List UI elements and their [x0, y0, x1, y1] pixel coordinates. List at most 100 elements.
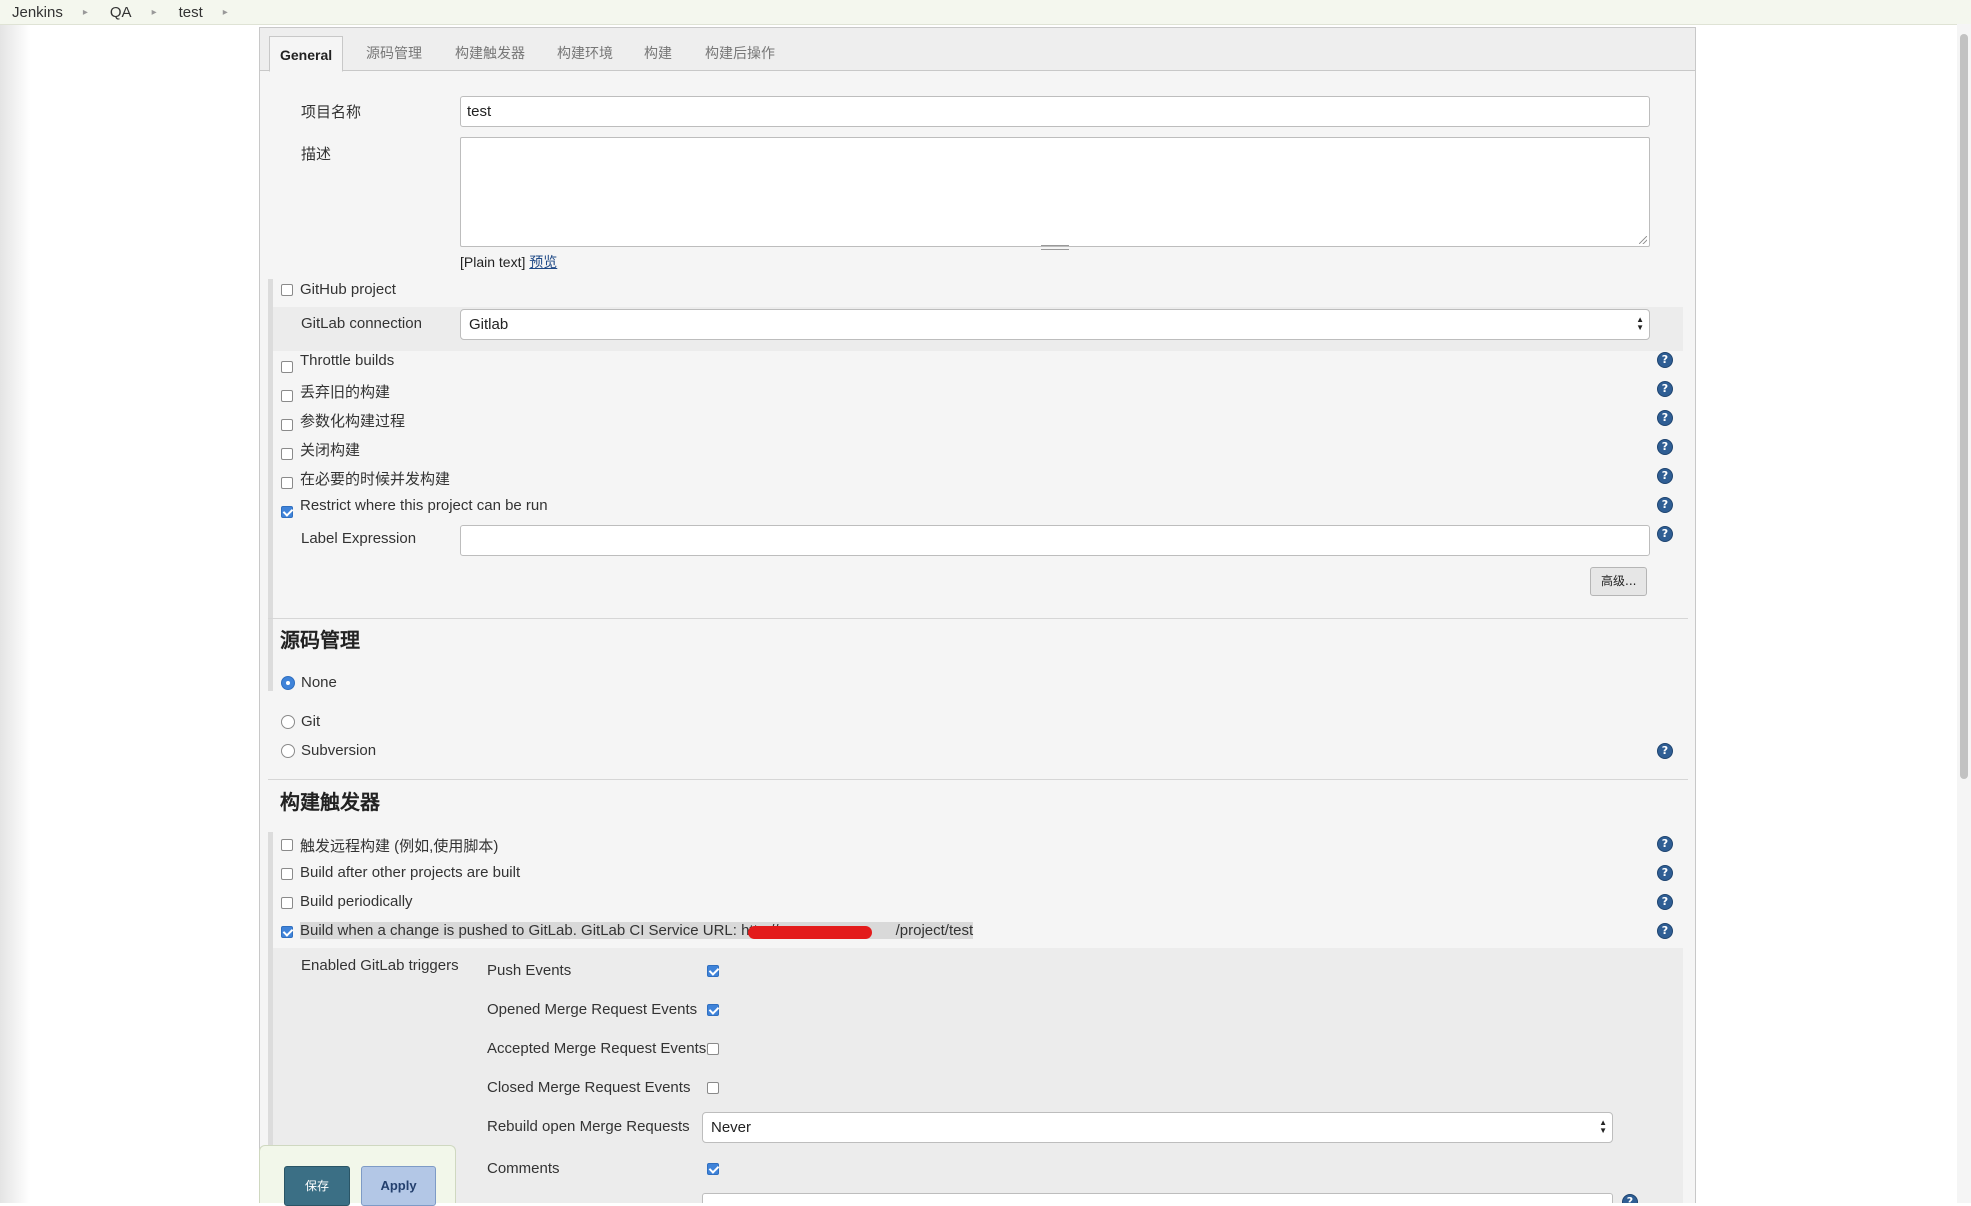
scm-none-radio[interactable]: [281, 676, 295, 690]
help-icon[interactable]: ?: [1657, 497, 1673, 513]
gitlab-trigger-options: [273, 948, 1683, 1203]
bottom-button-bar: 保存 Apply: [259, 1145, 456, 1206]
comments-checkbox[interactable]: [707, 1163, 719, 1175]
tab-general[interactable]: General: [269, 36, 344, 72]
restrict-node-label: Restrict where this project can be run: [300, 497, 548, 514]
github-project-label: GitHub project: [300, 281, 396, 298]
rebuild-open-mr-select[interactable]: Never ▲ ▼: [702, 1112, 1613, 1143]
section-divider: [268, 618, 1688, 619]
scm-subversion-radio[interactable]: [281, 744, 295, 758]
resize-grip-icon[interactable]: [1041, 245, 1069, 250]
gitlab-connection-label: GitLab connection: [301, 315, 422, 332]
rebuild-open-mr-label: Rebuild open Merge Requests: [487, 1118, 690, 1135]
trigger-remote-label: 触发远程构建 (例如,使用脚本): [300, 838, 499, 855]
markup-format-note: [Plain text] 预览: [460, 252, 557, 272]
push-events-checkbox[interactable]: [707, 965, 719, 977]
gitlab-push-trigger-suffix: /project/test: [895, 922, 974, 939]
chevron-right-icon[interactable]: ▸: [223, 7, 228, 18]
help-icon[interactable]: ?: [1657, 410, 1673, 426]
closed-mr-events-label: Closed Merge Request Events: [487, 1079, 691, 1096]
description-textarea[interactable]: [460, 137, 1650, 250]
gitlab-push-trigger-checkbox[interactable]: [281, 926, 293, 938]
disable-build-checkbox[interactable]: [281, 448, 293, 460]
accepted-mr-events-checkbox[interactable]: [707, 1043, 719, 1055]
help-icon[interactable]: ?: [1657, 865, 1673, 881]
help-icon[interactable]: ?: [1657, 381, 1673, 397]
throttle-builds-label: Throttle builds: [300, 352, 395, 369]
build-after-other-checkbox[interactable]: [281, 868, 293, 880]
tab-post-build[interactable]: 构建后操作: [695, 35, 785, 72]
discard-old-builds-label: 丢弃旧的构建: [300, 384, 391, 401]
project-name-input[interactable]: test: [460, 96, 1650, 127]
gitlab-connection-value: Gitlab: [469, 316, 509, 333]
breadcrumb-qa[interactable]: QA: [110, 4, 132, 21]
concurrent-build-checkbox[interactable]: [281, 477, 293, 489]
opened-mr-events-label: Opened Merge Request Events: [487, 1001, 698, 1018]
help-icon[interactable]: ?: [1622, 1194, 1638, 1203]
tab-bar: General 源码管理 构建触发器 构建环境 构建 构建后操作: [260, 28, 1695, 72]
gitlab-connection-select[interactable]: Gitlab ▲ ▼: [460, 309, 1650, 340]
trigger-remote-checkbox[interactable]: [281, 839, 293, 851]
tab-scm[interactable]: 源码管理: [356, 35, 432, 72]
breadcrumb-jenkins[interactable]: Jenkins: [12, 4, 63, 21]
config-panel: General 源码管理 构建触发器 构建环境 构建 构建后操作 项目名称 te…: [259, 27, 1696, 1203]
gitlab-push-trigger-label: Build when a change is pushed to GitLab.…: [300, 922, 974, 939]
github-project-checkbox[interactable]: [281, 284, 293, 296]
advanced-button[interactable]: 高级...: [1590, 567, 1648, 596]
description-label: 描述: [301, 146, 332, 163]
parameterized-build-checkbox[interactable]: [281, 419, 293, 431]
scm-section-title: 源码管理: [280, 628, 360, 652]
discard-old-builds-checkbox[interactable]: [281, 390, 293, 402]
markup-format-text: [Plain text]: [460, 254, 526, 270]
tab-build-triggers[interactable]: 构建触发器: [445, 35, 535, 72]
opened-mr-events-checkbox[interactable]: [707, 1004, 719, 1016]
help-icon[interactable]: ?: [1657, 836, 1673, 852]
left-gutter: [0, 24, 30, 1203]
concurrent-build-label: 在必要的时候并发构建: [300, 471, 451, 488]
help-icon[interactable]: ?: [1657, 352, 1673, 368]
preview-link[interactable]: 预览: [529, 254, 557, 270]
comment-phrase-input[interactable]: [702, 1193, 1613, 1203]
enabled-triggers-label: Enabled GitLab triggers: [301, 957, 459, 974]
build-periodically-checkbox[interactable]: [281, 897, 293, 909]
label-expression-input[interactable]: [460, 525, 1650, 556]
gitlab-push-trigger-prefix: Build when a change is pushed to GitLab.…: [300, 922, 779, 939]
accepted-mr-events-label: Accepted Merge Request Events: [487, 1040, 707, 1057]
scm-none-label: None: [301, 674, 337, 691]
breadcrumb: Jenkins ▸ QA ▸ test ▸: [0, 0, 1971, 25]
push-events-label: Push Events: [487, 962, 572, 979]
help-icon[interactable]: ?: [1657, 468, 1673, 484]
label-expression-label: Label Expression: [301, 530, 417, 547]
section-divider: [268, 779, 1688, 780]
help-icon[interactable]: ?: [1657, 923, 1673, 939]
restrict-node-checkbox[interactable]: [281, 506, 293, 518]
disable-build-label: 关闭构建: [300, 442, 361, 459]
scm-git-label: Git: [301, 713, 321, 730]
vertical-scrollbar[interactable]: [1957, 24, 1971, 1203]
help-icon[interactable]: ?: [1657, 526, 1673, 542]
chevron-right-icon[interactable]: ▸: [152, 7, 157, 18]
build-periodically-label: Build periodically: [300, 893, 413, 910]
project-name-label: 项目名称: [301, 104, 362, 121]
throttle-builds-checkbox[interactable]: [281, 361, 293, 373]
apply-button[interactable]: Apply: [361, 1166, 436, 1206]
redaction-mark: [748, 926, 872, 939]
help-icon[interactable]: ?: [1657, 743, 1673, 759]
scrollbar-thumb[interactable]: [1960, 34, 1968, 779]
build-after-other-label: Build after other projects are built: [300, 864, 521, 881]
comments-label: Comments: [487, 1160, 560, 1177]
breadcrumb-test[interactable]: test: [179, 4, 203, 21]
help-icon[interactable]: ?: [1657, 894, 1673, 910]
chevron-right-icon[interactable]: ▸: [83, 7, 88, 18]
scm-git-radio[interactable]: [281, 715, 295, 729]
select-arrows-icon: ▲ ▼: [1599, 1118, 1607, 1135]
tab-build[interactable]: 构建: [634, 35, 682, 72]
parameterized-build-label: 参数化构建过程: [300, 413, 406, 430]
rebuild-open-mr-value: Never: [711, 1119, 752, 1136]
save-button[interactable]: 保存: [284, 1166, 350, 1206]
resize-corner-icon[interactable]: [1639, 236, 1647, 244]
tab-build-environment[interactable]: 构建环境: [547, 35, 623, 72]
scm-subversion-label: Subversion: [301, 742, 377, 759]
closed-mr-events-checkbox[interactable]: [707, 1082, 719, 1094]
help-icon[interactable]: ?: [1657, 439, 1673, 455]
